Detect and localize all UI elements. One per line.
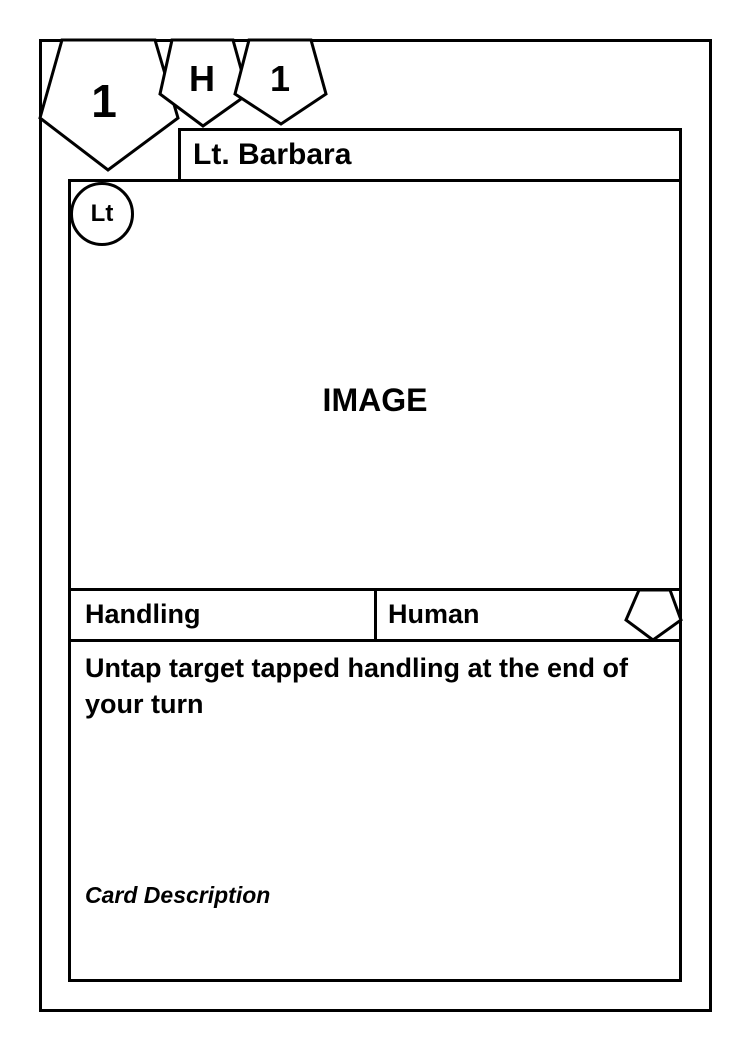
- attribute-left-value: H: [189, 58, 215, 99]
- type-corner-pentagon-icon: [624, 588, 683, 642]
- attribute-right-value: 1: [269, 58, 291, 99]
- rank-badge-label: Lt: [90, 200, 114, 227]
- card-cost: 1: [91, 75, 117, 127]
- card-badges: [38, 38, 683, 642]
